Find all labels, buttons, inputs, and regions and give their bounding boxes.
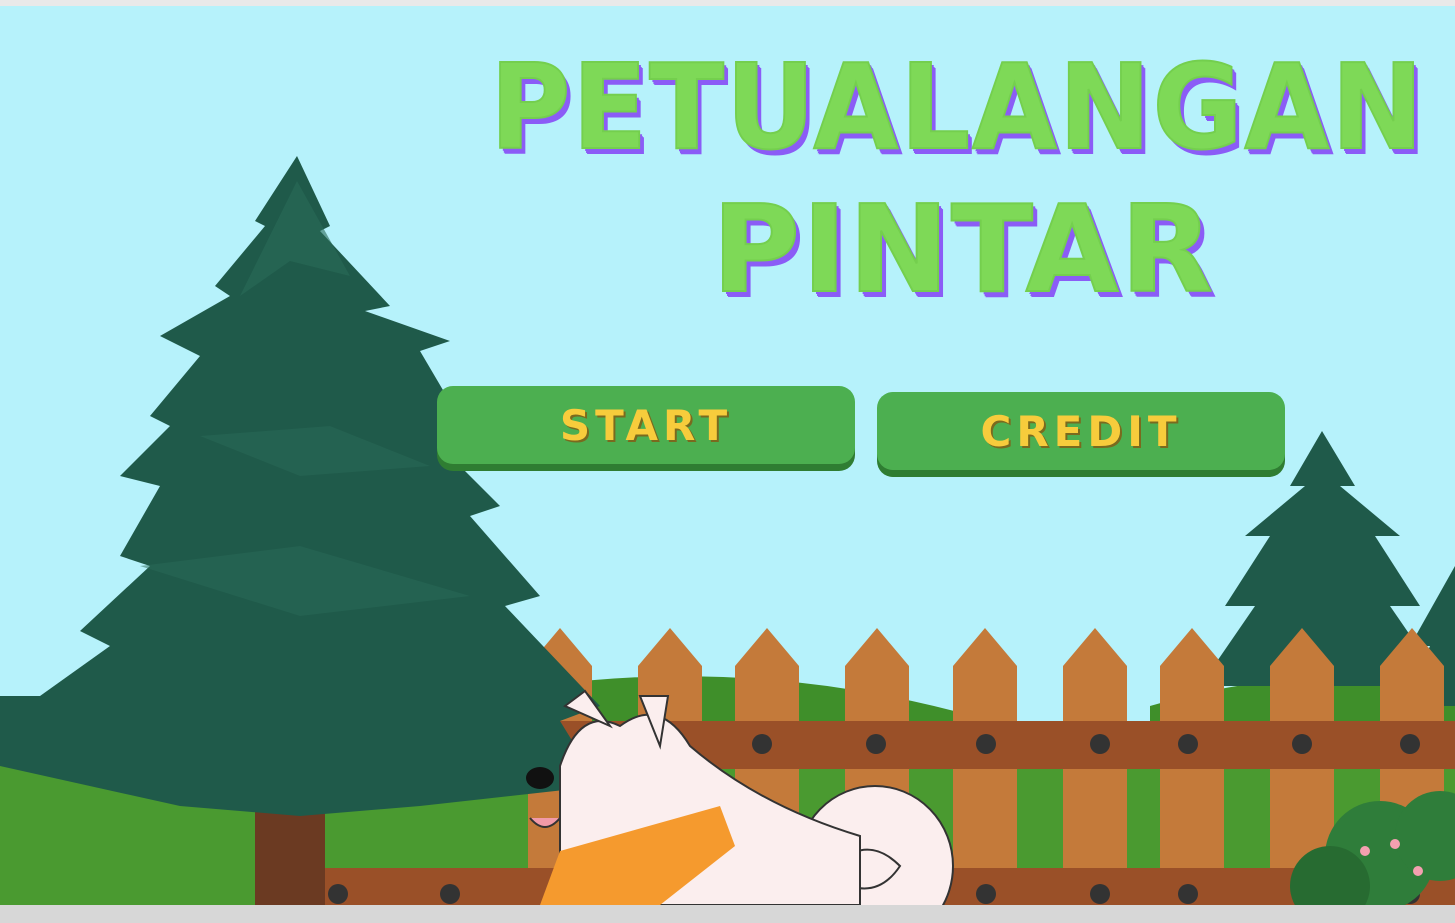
fence-bolt <box>440 884 460 904</box>
credit-button-label: CREDIT <box>980 406 1182 456</box>
fence-bolt <box>1090 734 1110 754</box>
fence-bolt <box>1400 734 1420 754</box>
fence-bolt <box>752 734 772 754</box>
fence-bolt <box>1292 734 1312 754</box>
start-button[interactable]: START <box>437 386 855 464</box>
fence-bolt <box>866 734 886 754</box>
window-bottom-strip <box>0 905 1455 923</box>
credit-button[interactable]: CREDIT <box>877 392 1285 470</box>
fence-bolt <box>1178 734 1198 754</box>
game-title-line-2: PINTAR <box>711 181 1215 320</box>
fence-bolt <box>1178 884 1198 904</box>
fence-bolt <box>976 734 996 754</box>
game-stage: PETUALANGAN PINTAR START CREDIT <box>0 6 1455 905</box>
fence-bolt <box>976 884 996 904</box>
fence-bolt <box>328 884 348 904</box>
game-title-line-1: PETUALANGAN <box>489 38 1425 176</box>
start-button-label: START <box>559 400 733 450</box>
fence-bolt <box>1090 884 1110 904</box>
